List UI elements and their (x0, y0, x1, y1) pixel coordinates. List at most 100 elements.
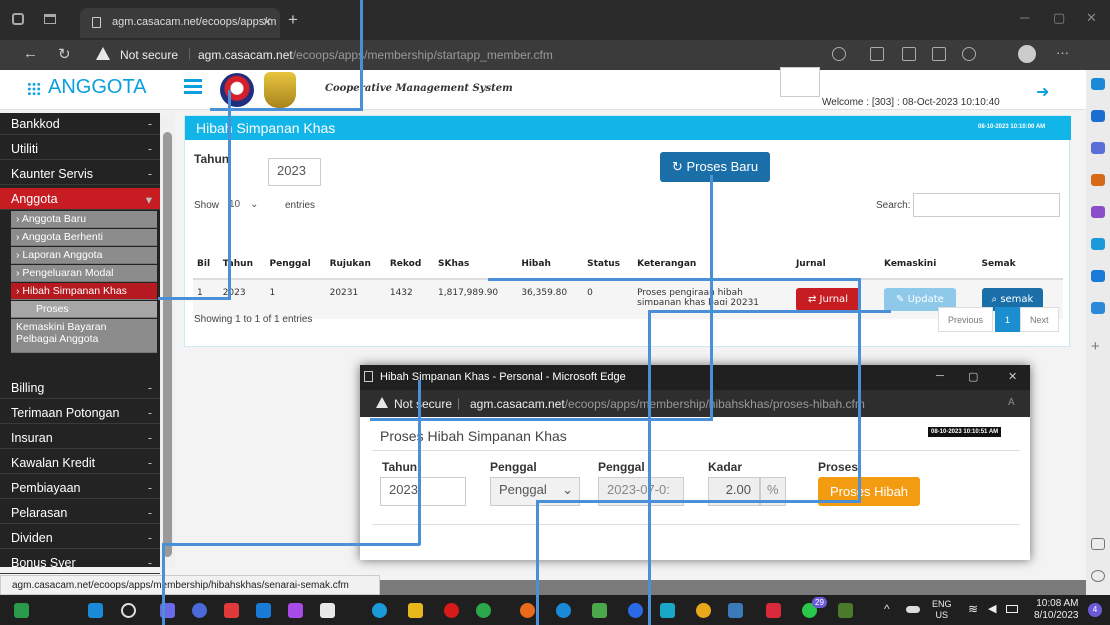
wifi-icon[interactable]: ≋ (968, 602, 978, 616)
page-1-button[interactable]: 1 (995, 307, 1021, 332)
col-bil[interactable]: Bil (193, 250, 219, 280)
sidebar-scroll-thumb[interactable] (163, 132, 172, 557)
new-tab-icon[interactable]: + (288, 10, 298, 30)
sidebar-search-icon[interactable] (1091, 110, 1105, 122)
app-red-icon[interactable] (224, 603, 239, 618)
mail-icon[interactable] (256, 603, 271, 618)
col-skhas[interactable]: SKhas (434, 250, 518, 280)
jurnal-button[interactable]: ⇄ Jurnal (795, 288, 860, 311)
sidebar-subitem-anggota-baru[interactable]: › Anggota Baru (11, 211, 157, 228)
sidebar-add-icon[interactable]: + (1091, 338, 1105, 355)
apps-grid-icon[interactable] (27, 82, 41, 96)
col-rujukan[interactable]: Rujukan (325, 250, 386, 280)
teams-icon[interactable] (192, 603, 207, 618)
sidebar-shopping-icon[interactable] (1091, 174, 1105, 186)
favorite-star-icon[interactable] (832, 47, 846, 61)
popup-close-icon[interactable]: ✕ (1008, 370, 1017, 383)
opera-icon[interactable] (444, 603, 459, 618)
menu-toggle-icon[interactable] (184, 79, 202, 94)
photos-icon[interactable] (728, 603, 743, 618)
col-kemaskini[interactable]: Kemaskini (880, 250, 978, 280)
sidebar-subitem-laporan-anggota[interactable]: › Laporan Anggota (11, 247, 157, 264)
next-button[interactable]: Next (1020, 307, 1059, 332)
tray-chevron-icon[interactable]: ^ (884, 602, 890, 616)
close-window-icon[interactable]: ✕ (1086, 10, 1097, 26)
onedrive-icon[interactable] (906, 606, 920, 613)
sidebar-item-anggota[interactable]: Anggota ▾ (0, 188, 160, 210)
popup-url[interactable]: agm.casacam.net/ecoops/apps/membership/h… (470, 397, 865, 411)
sidebar-subitem-hibah-simpanan-khas[interactable]: › Hibah Simpanan Khas (11, 283, 157, 300)
entries-select[interactable]: 10 ⌄ (223, 195, 283, 217)
sidebar-item-billing[interactable]: Billing - (0, 377, 160, 399)
sidebar-item-bonus-syer[interactable]: Bonus Syer - (0, 552, 160, 574)
messenger-icon[interactable] (556, 603, 571, 618)
search-input[interactable] (913, 193, 1060, 217)
col-status[interactable]: Status (583, 250, 634, 280)
browser-tab[interactable]: agm.casacam.net/ecoops/apps/m (80, 8, 280, 38)
sidebar-subitem-kemaskini-bayaran[interactable]: Kemaskini Bayaran Pelbagai Anggota (11, 319, 157, 353)
sidebar-item-insuran[interactable]: Insuran - (0, 427, 160, 449)
favorites-icon[interactable] (902, 47, 916, 61)
sidebar-send-icon[interactable] (1091, 302, 1105, 314)
not-secure-label[interactable]: Not secure (120, 48, 178, 62)
notification-badge[interactable]: 4 (1088, 603, 1102, 617)
volume-icon[interactable]: ◀ (988, 602, 996, 615)
app-purple-icon[interactable] (288, 603, 303, 618)
sidebar-subitem-proses[interactable]: Proses (11, 301, 157, 318)
dreamweaver-icon[interactable] (838, 603, 853, 618)
sidebar-tools-icon[interactable] (1091, 142, 1105, 154)
sidebar-office-icon[interactable] (1091, 238, 1105, 250)
col-penggal[interactable]: Penggal (265, 250, 326, 280)
sidebar-games-icon[interactable] (1091, 206, 1105, 218)
app-green-icon[interactable] (592, 603, 607, 618)
store-icon[interactable] (320, 603, 335, 618)
taskbar-search-icon[interactable] (121, 603, 136, 618)
chrome-icon[interactable] (696, 603, 711, 618)
popup-maximize-icon[interactable]: ▢ (968, 370, 978, 383)
collections-icon[interactable] (932, 47, 946, 61)
popup-minimize-icon[interactable]: ─ (936, 370, 944, 382)
language-indicator[interactable]: ENG US (932, 599, 952, 621)
tab-close-icon[interactable]: ✕ (262, 15, 272, 29)
minimize-icon[interactable]: ─ (1020, 10, 1029, 25)
brand-title[interactable]: ANGGOTA (48, 76, 147, 99)
logout-icon[interactable]: ➜ (1036, 82, 1049, 102)
split-screen-icon[interactable] (870, 47, 884, 61)
more-menu-icon[interactable]: ··· (1056, 45, 1069, 60)
sidebar-item-utiliti[interactable]: Utiliti - (0, 138, 160, 160)
app-teal-icon[interactable] (660, 603, 675, 618)
sidebar-item-terimaan-potongan[interactable]: Terimaan Potongan - (0, 402, 160, 424)
col-hibah[interactable]: Hibah (517, 250, 584, 280)
desktop-app-icon[interactable] (14, 603, 29, 618)
app-dark-red-icon[interactable] (766, 603, 781, 618)
sidebar-item-bankkod[interactable]: Bankkod - (0, 113, 160, 135)
tahun-input[interactable]: 2023 (268, 158, 321, 186)
previous-button[interactable]: Previous (938, 307, 994, 332)
performance-icon[interactable] (962, 47, 976, 61)
app-hs-icon[interactable] (476, 603, 491, 618)
popup-not-secure[interactable]: Not secure (394, 397, 452, 411)
sidebar-copilot-icon[interactable] (1091, 78, 1105, 90)
profile-avatar[interactable] (1018, 45, 1036, 63)
sidebar-item-pembiayaan[interactable]: Pembiayaan - (0, 477, 160, 499)
sidebar-settings-icon[interactable] (1091, 570, 1105, 582)
col-semak[interactable]: Semak (977, 250, 1063, 280)
col-rekod[interactable]: Rekod (385, 250, 435, 280)
sidebar-item-pelarasan[interactable]: Pelarasan - (0, 502, 160, 524)
url-field[interactable]: agm.casacam.net/ecoops/apps/membership/s… (198, 48, 553, 62)
sidebar-item-kawalan-kredit[interactable]: Kawalan Kredit - (0, 452, 160, 474)
back-icon[interactable]: ← (23, 45, 38, 62)
edge-icon[interactable] (372, 603, 387, 618)
firefox-icon[interactable] (520, 603, 535, 618)
sidebar-item-dividen[interactable]: Dividen - (0, 527, 160, 549)
sidebar-item-kaunter-servis[interactable]: Kaunter Servis - (0, 163, 160, 185)
workspaces-icon[interactable] (12, 13, 24, 25)
popup-tahun-input[interactable]: 2023 (380, 477, 466, 506)
tab-actions-icon[interactable] (44, 14, 56, 24)
read-aloud-icon[interactable]: A (1008, 397, 1015, 408)
col-jurnal[interactable]: Jurnal (791, 250, 880, 280)
sidebar-subitem-pengeluaran-modal[interactable]: › Pengeluaran Modal (11, 265, 157, 282)
start-icon[interactable] (88, 603, 103, 618)
sidebar-outlook-icon[interactable] (1091, 270, 1105, 282)
battery-icon[interactable] (1006, 605, 1018, 613)
